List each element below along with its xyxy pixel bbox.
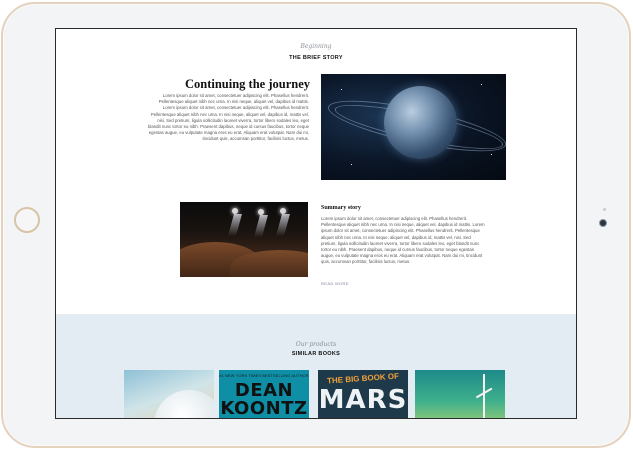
summary-paragraph: Lorem ipsum dolor sit amet, consectetuer… [321, 216, 485, 265]
book-2-author-last: KOONTZ [220, 398, 308, 418]
book-3-title-top: THE BIG BOOK OF [326, 371, 400, 386]
journey-paragraph: Lorem ipsum dolor sit amet, consectetuer… [148, 93, 309, 142]
light-beam [276, 214, 290, 236]
book-cover-4[interactable] [415, 370, 505, 418]
star [351, 164, 352, 165]
screen: Beginning THE BRIEF STORY Continuing the… [55, 28, 577, 419]
book-2-author-first: DEAN [234, 380, 294, 401]
cover-orb [154, 390, 214, 418]
front-camera-icon [599, 219, 607, 227]
intro-title: THE BRIEF STORY [289, 55, 343, 61]
light-beam [254, 215, 268, 237]
book-2-tagline: #1 NEW YORK TIMES BESTSELLING AUTHOR [219, 374, 309, 378]
intro-eyebrow: Beginning [300, 43, 332, 50]
star [491, 154, 492, 155]
products-title: SIMILAR BOOKS [291, 351, 341, 357]
book-3-title-big: MARS [318, 385, 408, 415]
products-eyebrow: Our products [295, 341, 337, 348]
star [341, 89, 342, 90]
summary-heading: Summary story [321, 205, 361, 211]
read-more-link[interactable]: READ MORE [321, 281, 349, 286]
sensor-dot [603, 208, 606, 211]
light-beam [228, 214, 242, 236]
star [481, 84, 482, 85]
planet [384, 86, 457, 159]
planet-image [321, 74, 506, 180]
book-cover-3[interactable]: THE BIG BOOK OF MARS [318, 370, 408, 418]
book-cover-1[interactable] [124, 370, 214, 418]
book-cover-2[interactable]: #1 NEW YORK TIMES BESTSELLING AUTHOR DEA… [219, 370, 309, 418]
moons-desert-image [180, 202, 308, 277]
journey-heading: Continuing the journey [184, 77, 310, 91]
home-button[interactable] [14, 207, 40, 233]
windmill [483, 374, 485, 418]
